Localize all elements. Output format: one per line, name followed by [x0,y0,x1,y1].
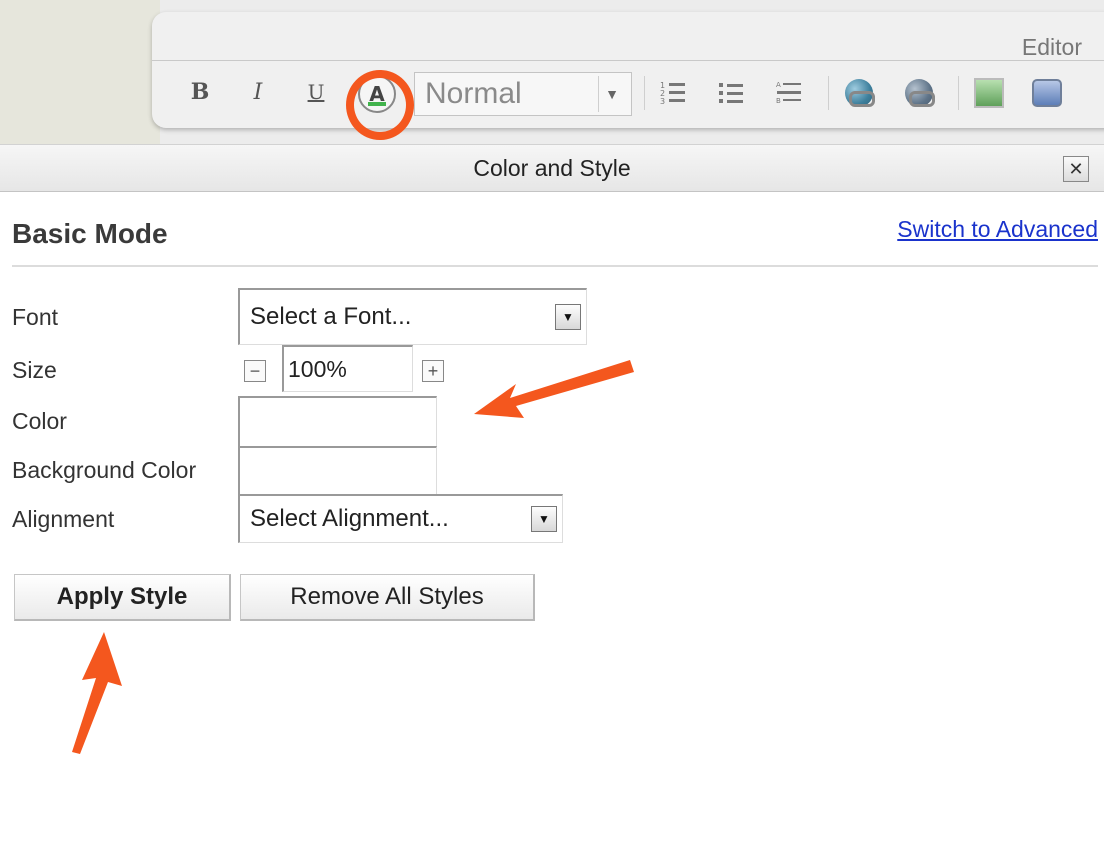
switch-to-advanced-link[interactable]: Switch to Advanced [897,216,1098,243]
remove-all-styles-button[interactable]: Remove All Styles [240,574,535,621]
font-select[interactable]: Select a Font... ▼ [238,288,587,345]
text-color-button[interactable]: A [358,75,396,113]
italic-button[interactable]: I [246,74,270,110]
section-divider [12,265,1098,267]
apply-style-button[interactable]: Apply Style [14,574,231,621]
chevron-down-icon: ▼ [555,304,581,330]
plus-icon: + [427,361,439,381]
chevron-down-icon: ▼ [531,506,557,532]
insert-image-icon[interactable] [974,78,1004,108]
alignment-label: Alignment [12,506,115,532]
size-decrease-button[interactable]: − [244,360,266,382]
alignment-select[interactable]: Select Alignment... ▼ [238,494,563,543]
toolbar-separator [644,76,645,110]
color-input[interactable] [238,396,437,447]
bold-button[interactable]: B [188,74,212,110]
svg-text:A: A [776,81,781,89]
minus-icon: − [249,361,261,381]
toolbar-separator [828,76,829,110]
size-label: Size [12,357,57,383]
close-icon: ✕ [1068,158,1084,179]
dialog-title: Color and Style [473,155,631,181]
color-label: Color [12,408,67,434]
annotation-arrow-icon [474,360,634,418]
annotation-arrow-icon [72,632,122,754]
mode-title: Basic Mode [12,218,168,249]
svg-text:3: 3 [660,97,665,106]
format-select-value: Normal [425,77,522,110]
numbered-list-icon[interactable]: 123 [658,78,688,108]
toolbar-separator [958,76,959,110]
dialog-titlebar: Color and Style ✕ [0,144,1104,192]
remove-link-icon[interactable] [904,78,935,108]
background-color-input[interactable] [238,446,437,497]
size-increase-button[interactable]: + [422,360,444,382]
color-swatch-bar [368,102,386,106]
close-button[interactable]: ✕ [1063,156,1089,182]
insert-media-icon[interactable] [1032,78,1062,108]
format-select[interactable]: Normal ▼ [414,72,632,116]
background-color-label: Background Color [12,457,197,483]
editor-panel: Editor B I U A Normal ▼ 123 AB [152,12,1104,140]
editor-title: Editor [1021,34,1082,60]
insert-link-icon[interactable] [844,78,875,108]
editor-divider [152,60,1104,61]
font-select-value: Select a Font... [250,303,412,330]
font-label: Font [12,304,59,330]
alignment-select-value: Select Alignment... [250,505,449,532]
chevron-down-icon: ▼ [598,76,625,112]
svg-text:B: B [776,97,781,105]
definition-list-icon[interactable]: AB [774,78,804,108]
bullet-list-icon[interactable] [716,78,746,108]
size-input[interactable]: 100% [282,345,413,392]
editor-toolbar: B I U A Normal ▼ 123 AB [152,64,1104,140]
underline-button[interactable]: U [304,74,328,110]
